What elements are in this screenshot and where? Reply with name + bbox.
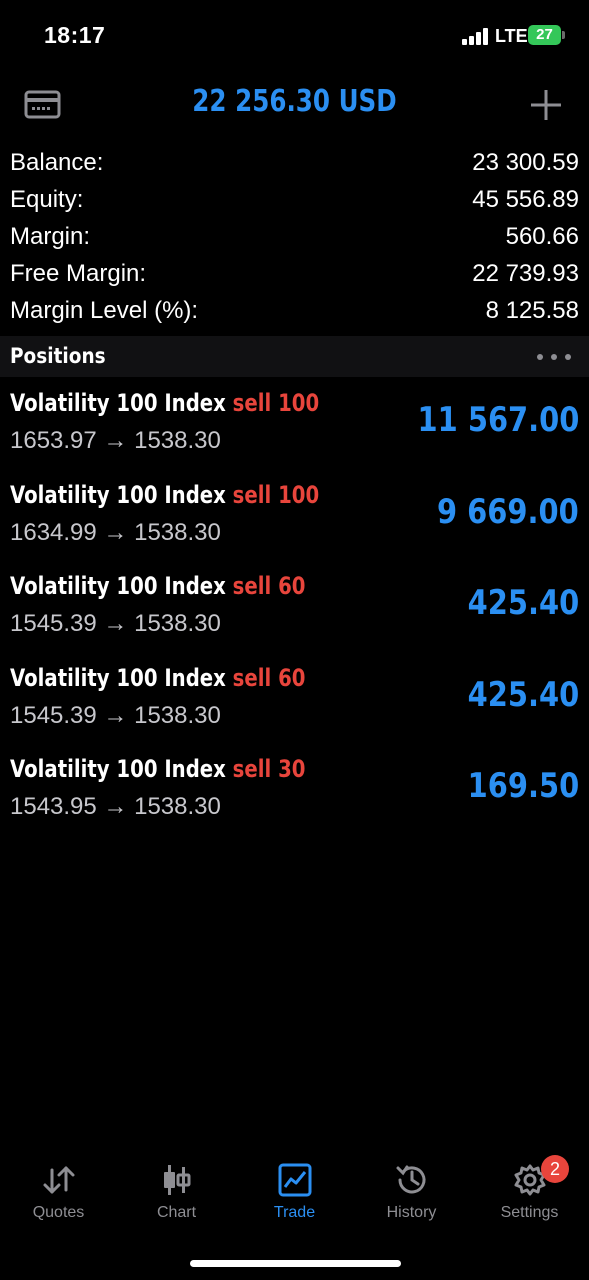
battery-icon: 27	[528, 25, 561, 45]
summary-row-margin: Margin: 560.66	[0, 220, 589, 257]
signal-icon	[462, 27, 490, 45]
summary-label: Free Margin:	[10, 260, 147, 287]
positions-section-header: Positions	[0, 336, 589, 377]
tab-bar: Quotes Chart Trade History Settings	[0, 1150, 589, 1240]
summary-label: Margin Level (%):	[10, 297, 199, 324]
battery-level: 27	[536, 26, 553, 43]
summary-value: 22 739.93	[472, 260, 579, 287]
trade-screen: 18:17 LTE 27 22 256.30 USD Balance: 23 3…	[0, 0, 589, 1280]
position-prices: 1653.97 → 1538.30	[10, 427, 221, 454]
account-balance-title: 22 256.30 USD	[192, 84, 397, 119]
position-type: sell 60	[232, 572, 306, 600]
position-symbol: Volatility 100 Index	[10, 389, 226, 417]
candlestick-icon	[163, 1165, 190, 1195]
tab-settings[interactable]: Settings	[471, 1150, 588, 1230]
summary-label: Balance:	[10, 149, 104, 176]
tab-label: Chart	[156, 1204, 197, 1221]
tab-quotes[interactable]: Quotes	[0, 1150, 117, 1230]
plus-icon[interactable]	[529, 88, 563, 122]
tab-label: History	[386, 1204, 437, 1221]
tab-chart[interactable]: Chart	[118, 1150, 235, 1230]
position-prices: 1545.39 → 1538.30	[10, 610, 221, 637]
position-row[interactable]: Volatility 100 Index sell 60 1545.39 → 1…	[0, 565, 589, 657]
settings-notification-badge: 2	[541, 1155, 569, 1183]
position-type: sell 60	[232, 663, 306, 692]
positions-list: Volatility 100 Index sell 100 1653.97 → …	[0, 382, 589, 840]
position-symbol: Volatility 100 Index	[10, 755, 226, 783]
position-profit: 169.50	[467, 766, 579, 806]
tab-label: Trade	[273, 1204, 316, 1221]
more-options-icon[interactable]	[537, 354, 571, 360]
home-indicator[interactable]	[190, 1260, 401, 1267]
position-symbol: Volatility 100 Index	[10, 480, 226, 509]
status-time: 18:17	[44, 22, 106, 48]
summary-row-margin-level: Margin Level (%): 8 125.58	[0, 294, 589, 331]
summary-row-equity: Equity: 45 556.89	[0, 183, 589, 220]
position-profit: 11 567.00	[417, 400, 579, 440]
tab-label: Quotes	[32, 1204, 85, 1221]
position-type: sell 30	[232, 755, 306, 783]
position-type: sell 100	[232, 389, 320, 417]
positions-title: Positions	[10, 344, 106, 368]
position-row[interactable]: Volatility 100 Index sell 100 1653.97 → …	[0, 382, 589, 474]
quotes-arrows-icon	[43, 1166, 74, 1194]
summary-row-balance: Balance: 23 300.59	[0, 146, 589, 183]
summary-value: 23 300.59	[472, 149, 579, 176]
position-prices: 1545.39 → 1538.30	[10, 701, 221, 729]
summary-value: 45 556.89	[472, 186, 579, 213]
position-symbol: Volatility 100 Index	[10, 572, 226, 600]
summary-row-free-margin: Free Margin: 22 739.93	[0, 257, 589, 294]
position-row[interactable]: Volatility 100 Index sell 60 1545.39 → 1…	[0, 657, 589, 749]
history-clock-icon	[396, 1165, 425, 1194]
position-profit: 9 669.00	[437, 491, 579, 532]
position-symbol: Volatility 100 Index	[10, 663, 226, 692]
network-type: LTE	[495, 26, 528, 46]
account-summary: Balance: 23 300.59 Equity: 45 556.89 Mar…	[0, 146, 589, 331]
trade-chart-icon	[278, 1163, 311, 1197]
tab-history[interactable]: History	[353, 1150, 470, 1230]
position-profit: 425.40	[467, 583, 579, 623]
status-bar: 18:17 LTE 27	[0, 0, 589, 70]
summary-value: 8 125.58	[485, 297, 579, 324]
tab-label: Settings	[500, 1204, 559, 1221]
position-type: sell 100	[232, 480, 320, 509]
position-prices: 1543.95 → 1538.30	[10, 793, 221, 820]
position-prices: 1634.99 → 1538.30	[10, 518, 221, 546]
summary-value: 560.66	[505, 223, 579, 250]
position-row[interactable]: Volatility 100 Index sell 30 1543.95 → 1…	[0, 748, 589, 840]
summary-label: Margin:	[10, 223, 91, 250]
tab-trade[interactable]: Trade	[236, 1150, 353, 1230]
header: 22 256.30 USD	[0, 70, 589, 140]
position-row[interactable]: Volatility 100 Index sell 100 1634.99 → …	[0, 474, 589, 566]
position-profit: 425.40	[467, 674, 579, 715]
summary-label: Equity:	[10, 186, 84, 213]
